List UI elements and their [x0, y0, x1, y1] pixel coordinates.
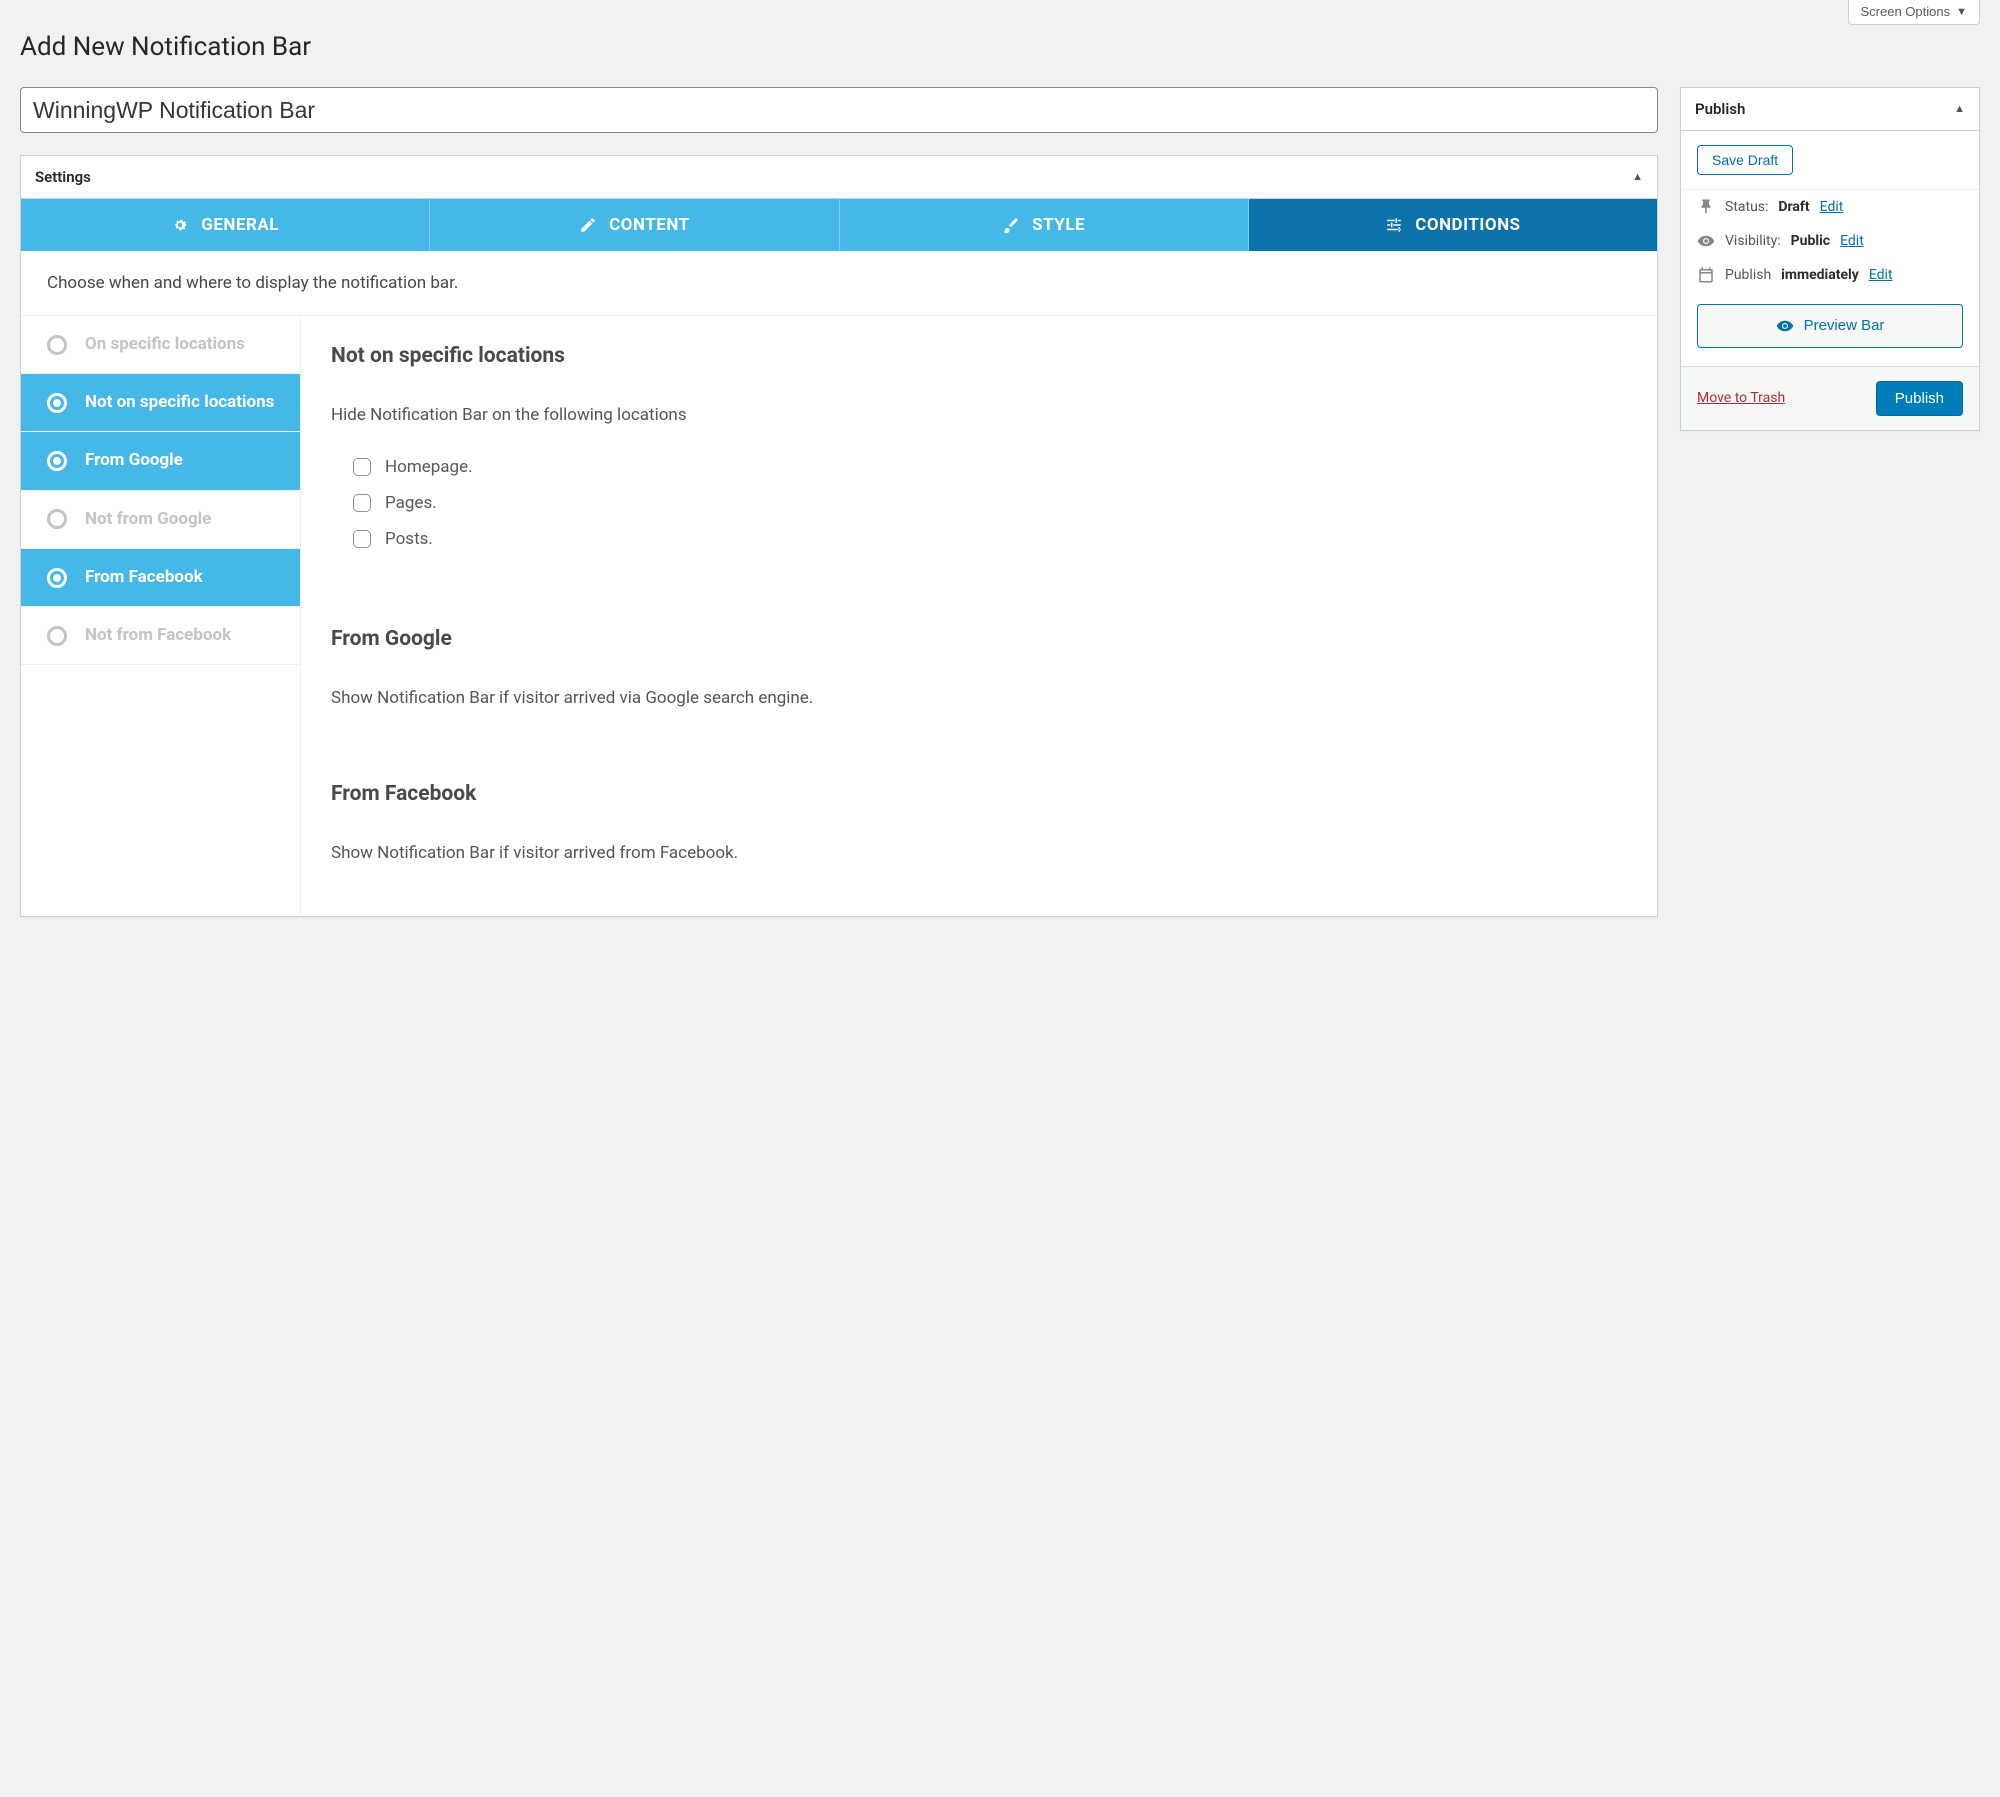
visibility-label: Visibility:	[1725, 233, 1781, 249]
pin-icon	[1697, 198, 1715, 216]
schedule-value: immediately	[1781, 267, 1859, 283]
tab-conditions-label: CONDITIONS	[1415, 215, 1520, 235]
checkbox-pages[interactable]	[353, 494, 371, 512]
tab-style[interactable]: STYLE	[840, 199, 1249, 251]
settings-panel: Settings ▲ GENERAL CONTENT	[20, 155, 1658, 917]
radio-icon	[47, 335, 67, 355]
sidebar-item-label: Not from Google	[85, 509, 211, 530]
status-label: Status:	[1725, 199, 1768, 215]
save-draft-button[interactable]: Save Draft	[1697, 145, 1793, 175]
schedule-row: Publish immediately Edit	[1681, 258, 1979, 292]
page-title: Add New Notification Bar	[20, 31, 1980, 65]
tab-general[interactable]: GENERAL	[21, 199, 430, 251]
section-heading: Not on specific locations	[331, 344, 1627, 368]
tab-content-label: CONTENT	[609, 215, 689, 235]
checkbox-pages-label[interactable]: Pages.	[385, 493, 437, 513]
publish-panel: Publish ▲ Save Draft Status: Draft Edit …	[1680, 87, 1980, 431]
conditions-side-nav: On specific locations Not on specific lo…	[21, 316, 301, 916]
eye-icon	[1697, 232, 1715, 250]
sidebar-item-on-locations[interactable]: On specific locations	[21, 316, 300, 374]
tab-general-label: GENERAL	[201, 215, 279, 235]
radio-icon	[47, 451, 67, 471]
section-from-google: From Google Show Notification Bar if vis…	[331, 627, 1627, 712]
pencil-icon	[579, 216, 597, 234]
chevron-down-icon: ▼	[1956, 6, 1967, 18]
section-desc: Hide Notification Bar on the following l…	[331, 402, 1627, 429]
radio-icon	[47, 509, 67, 529]
screen-options-label: Screen Options	[1861, 4, 1951, 19]
sliders-icon	[1385, 216, 1403, 234]
preview-bar-button[interactable]: Preview Bar	[1697, 304, 1963, 348]
tab-conditions[interactable]: CONDITIONS	[1249, 199, 1657, 251]
post-title-input[interactable]	[20, 87, 1658, 133]
section-heading: From Facebook	[331, 782, 1627, 806]
checkbox-homepage[interactable]	[353, 458, 371, 476]
sidebar-item-label: Not from Facebook	[85, 625, 231, 646]
tab-content[interactable]: CONTENT	[430, 199, 839, 251]
gear-icon	[171, 216, 189, 234]
brush-icon	[1002, 216, 1020, 234]
radio-icon	[47, 626, 67, 646]
sidebar-item-label: From Facebook	[85, 567, 203, 588]
visibility-row: Visibility: Public Edit	[1681, 224, 1979, 258]
status-row: Status: Draft Edit	[1681, 190, 1979, 224]
sidebar-item-from-facebook[interactable]: From Facebook	[21, 549, 300, 607]
section-not-on-locations: Not on specific locations Hide Notificat…	[331, 344, 1627, 557]
publish-panel-header[interactable]: Publish ▲	[1681, 88, 1979, 131]
publish-button[interactable]: Publish	[1876, 381, 1963, 416]
eye-icon	[1776, 317, 1794, 335]
screen-options-button[interactable]: Screen Options ▼	[1848, 0, 1981, 25]
edit-schedule-link[interactable]: Edit	[1869, 267, 1893, 283]
move-to-trash-link[interactable]: Move to Trash	[1697, 390, 1864, 406]
checkbox-posts[interactable]	[353, 530, 371, 548]
settings-panel-title: Settings	[35, 168, 91, 186]
collapse-icon: ▲	[1632, 170, 1643, 183]
visibility-value: Public	[1791, 233, 1830, 249]
schedule-label: Publish	[1725, 267, 1771, 283]
edit-visibility-link[interactable]: Edit	[1840, 233, 1864, 249]
sidebar-item-label: Not on specific locations	[85, 392, 274, 413]
sidebar-item-from-google[interactable]: From Google	[21, 432, 300, 490]
tab-style-label: STYLE	[1032, 215, 1085, 235]
status-value: Draft	[1778, 199, 1809, 215]
collapse-icon: ▲	[1954, 102, 1965, 115]
publish-panel-title: Publish	[1695, 100, 1745, 118]
section-desc: Show Notification Bar if visitor arrived…	[331, 685, 1627, 712]
section-heading: From Google	[331, 627, 1627, 651]
preview-bar-label: Preview Bar	[1804, 317, 1885, 334]
checkbox-posts-label[interactable]: Posts.	[385, 529, 433, 549]
conditions-intro: Choose when and where to display the not…	[21, 251, 1657, 316]
section-from-facebook: From Facebook Show Notification Bar if v…	[331, 782, 1627, 867]
edit-status-link[interactable]: Edit	[1820, 199, 1844, 215]
sidebar-item-not-from-google[interactable]: Not from Google	[21, 491, 300, 549]
sidebar-item-not-from-facebook[interactable]: Not from Facebook	[21, 607, 300, 665]
sidebar-item-label: From Google	[85, 450, 183, 471]
sidebar-item-not-on-locations[interactable]: Not on specific locations	[21, 374, 300, 432]
section-desc: Show Notification Bar if visitor arrived…	[331, 840, 1627, 867]
radio-icon	[47, 393, 67, 413]
checkbox-homepage-label[interactable]: Homepage.	[385, 457, 473, 477]
radio-icon	[47, 568, 67, 588]
calendar-icon	[1697, 266, 1715, 284]
settings-panel-header[interactable]: Settings ▲	[21, 156, 1657, 199]
sidebar-item-label: On specific locations	[85, 334, 245, 355]
